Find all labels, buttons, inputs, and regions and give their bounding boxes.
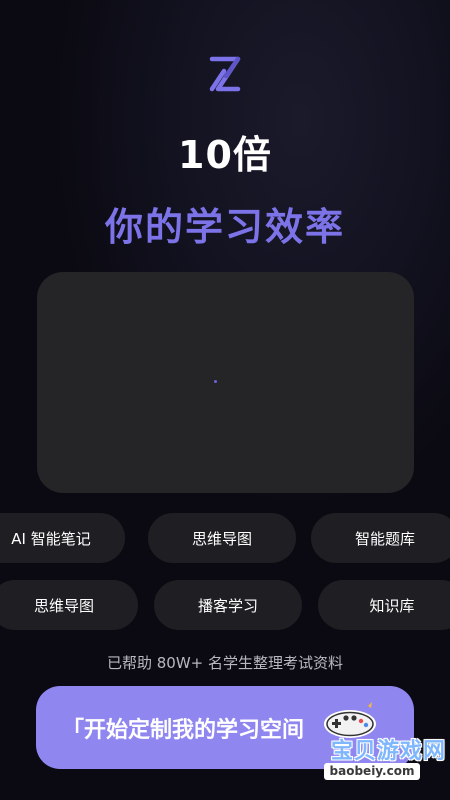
- feature-chip-knowledge-base[interactable]: 知识库: [318, 580, 450, 630]
- headline-multiplier: 10倍: [178, 133, 272, 177]
- onboarding-screen: 10倍 你的学习效率 AI 智能笔记 思维导图 智能题库 思维导图 播客学习 知…: [0, 0, 450, 800]
- watermark-url: baobeiy.com: [324, 763, 420, 780]
- watermark-title: 宝贝游戏网: [330, 739, 446, 764]
- social-proof-text: 已帮助 80W+ 名学生整理考试资料: [106, 654, 344, 672]
- feature-chip-mind-map[interactable]: 思维导图: [148, 513, 296, 563]
- feature-chip-row-2: 思维导图 播客学习 知识库: [0, 580, 450, 630]
- headline-subject: 你的学习效率: [104, 205, 345, 249]
- preview-loading-dot: [214, 380, 217, 383]
- site-watermark: 宝贝游戏网 baobeiy.com: [296, 700, 446, 782]
- feature-chip-row-1: AI 智能笔记 思维导图 智能题库: [0, 513, 450, 563]
- feature-chip-podcast-learning[interactable]: 播客学习: [154, 580, 302, 630]
- feature-chip-ai-notes[interactable]: AI 智能笔记: [0, 513, 125, 563]
- feature-chip-question-bank[interactable]: 智能题库: [311, 513, 450, 563]
- feature-preview-card: [37, 272, 414, 493]
- start-customize-label: 「开始定制我的学习空间: [62, 717, 305, 743]
- app-logo-icon: [209, 56, 241, 92]
- feature-chip-mind-map-2[interactable]: 思维导图: [0, 580, 138, 630]
